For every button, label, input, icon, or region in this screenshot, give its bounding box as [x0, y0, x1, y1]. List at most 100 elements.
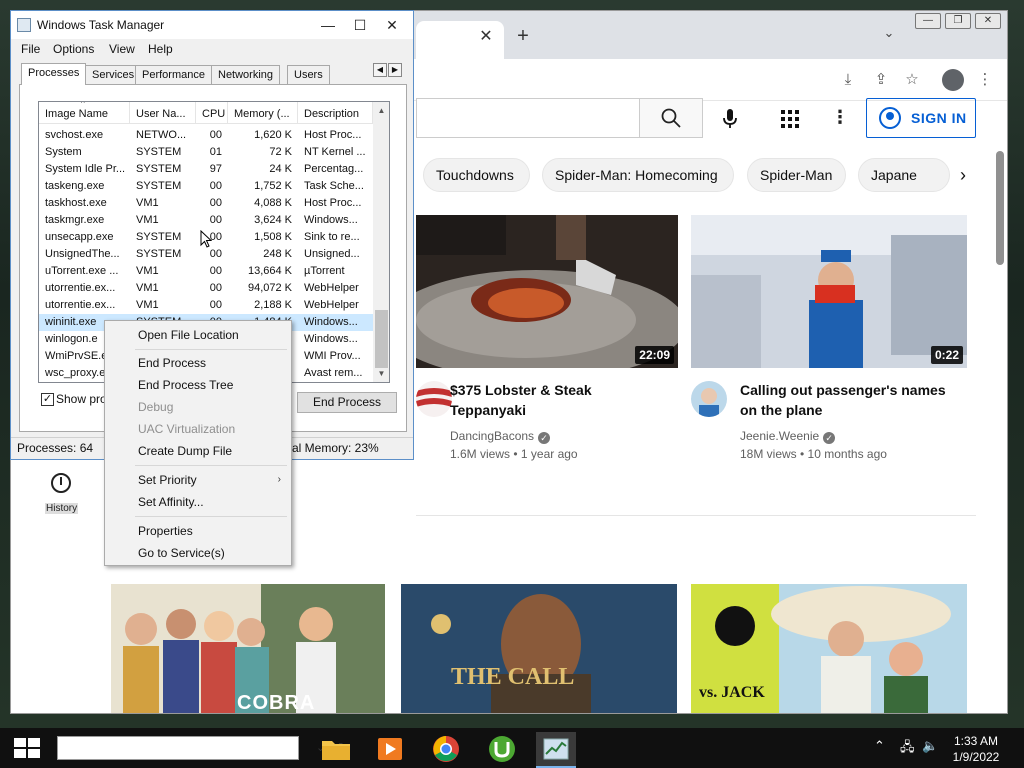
restore-icon[interactable]: ❐ — [945, 13, 971, 29]
sign-in-button[interactable]: SIGN IN — [866, 98, 976, 138]
channel-avatar-jeenie-weenie[interactable] — [691, 381, 727, 417]
youtube-search-input[interactable] — [416, 98, 639, 138]
bookmark-star-icon[interactable]: ☆ — [901, 69, 923, 91]
thumbnail-caption-jack: vs. JACK — [699, 684, 765, 701]
channel-name[interactable]: DancingBacons ✓ — [450, 429, 551, 444]
tab-users[interactable]: Users — [287, 65, 330, 85]
history-icon[interactable] — [51, 473, 71, 493]
table-row[interactable]: System Idle Pr... SYSTEM 97 24 K Percentag..… — [39, 161, 373, 178]
taskbar-chrome[interactable] — [426, 732, 466, 768]
scroll-up-icon[interactable]: ▲ — [373, 102, 389, 119]
table-row[interactable]: UnsignedThe... SYSTEM 00 248 K Unsigned... — [39, 246, 373, 263]
taskbar-utorrent[interactable] — [482, 732, 522, 768]
chrome-icon — [433, 736, 459, 762]
scrollbar-thumb[interactable] — [375, 310, 388, 368]
close-icon[interactable]: ✕ — [975, 13, 1001, 29]
tab-close-icon[interactable]: ✕ — [476, 27, 496, 47]
chip-japanese[interactable]: Japane — [858, 158, 950, 192]
table-row[interactable]: taskhost.exe VM1 00 4,088 K Host Proc... — [39, 195, 373, 212]
menu-file[interactable]: File — [21, 39, 40, 59]
taskbar-address-input[interactable]: ⌄ ↻ — [57, 736, 348, 760]
channel-name[interactable]: Jeenie.Weenie ✓ — [740, 429, 836, 444]
taskbar-media-player[interactable] — [370, 732, 410, 768]
volume-icon[interactable]: 🔈 — [922, 738, 938, 754]
chip-spider-man[interactable]: Spider-Man — [747, 158, 846, 192]
tab-networking[interactable]: Networking — [211, 65, 281, 85]
cell-description: Windows... — [304, 214, 358, 226]
cell-user-name: SYSTEM — [136, 146, 182, 158]
windows-start-icon[interactable] — [14, 738, 40, 758]
video-thumbnail-cobra[interactable]: COBRA — [111, 584, 385, 713]
taskbar-task-manager[interactable] — [536, 732, 576, 768]
video-thumbnail-the-call[interactable]: THE CALL — [401, 584, 677, 713]
install-app-icon[interactable]: ⤓ — [837, 69, 859, 91]
tab-search-chevron-icon[interactable]: ⌄ — [879, 25, 899, 45]
sidebar-item-history[interactable]: History — [45, 503, 79, 514]
menu-item-set-affinity[interactable]: Set Affinity... — [105, 491, 291, 513]
table-row[interactable]: System SYSTEM 01 72 K NT Kernel ... — [39, 144, 373, 161]
new-tab-icon[interactable]: + — [511, 25, 535, 49]
menu-separator — [135, 349, 287, 350]
tabs-scroll-left-icon[interactable]: ◀ — [373, 63, 387, 77]
apps-grid-icon[interactable] — [781, 110, 799, 128]
table-row[interactable]: taskmgr.exe VM1 00 3,624 K Windows... — [39, 212, 373, 229]
table-row[interactable]: utorrentie.ex... VM1 00 94,072 K WebHelper — [39, 280, 373, 297]
process-list-scrollbar[interactable]: ▲ ▼ — [373, 102, 389, 382]
chrome-menu-icon[interactable]: ⋮ — [974, 69, 996, 91]
minimize-icon[interactable]: — — [915, 13, 941, 29]
column-memory[interactable]: Memory (... — [228, 102, 298, 124]
cell-image-name: unsecapp.exe — [45, 231, 114, 243]
chips-next-chevron-icon[interactable]: › — [951, 163, 975, 187]
column-cpu[interactable]: CPU — [196, 102, 228, 124]
show-all-processes-checkbox[interactable]: ✓ — [41, 393, 54, 406]
video-title[interactable]: Calling out passenger's names on the plan… — [740, 380, 946, 420]
chip-touchdowns[interactable]: Touchdowns — [423, 158, 530, 192]
tabs-scroll-right-icon[interactable]: ▶ — [388, 63, 402, 77]
table-row[interactable]: uTorrent.exe ... VM1 00 13,664 K µTorrent — [39, 263, 373, 280]
menu-item-set-priority[interactable]: Set Priority › — [105, 469, 291, 491]
video-thumbnail-jack[interactable]: vs. JACK — [691, 584, 967, 713]
folder-icon — [322, 741, 350, 760]
tray-overflow-chevron-icon[interactable]: ⌃ — [874, 738, 885, 754]
task-manager-titlebar[interactable]: Windows Task Manager — ☐ ✕ — [11, 11, 413, 39]
youtube-search-button[interactable] — [639, 98, 703, 138]
system-clock[interactable]: 1:33 AM 1/9/2022 — [946, 733, 1006, 765]
table-row[interactable]: svchost.exe NETWO... 00 1,620 K Host Proc... — [39, 127, 373, 144]
microphone-icon[interactable] — [721, 108, 739, 130]
menu-item-end-process[interactable]: End Process — [105, 352, 291, 374]
section-divider — [416, 515, 976, 516]
video-title[interactable]: $375 Lobster & Steak Teppanyaki — [450, 380, 592, 420]
video-thumbnail-plane[interactable]: 0:22 — [691, 215, 967, 368]
cell-user-name: VM1 — [136, 265, 159, 277]
menu-item-end-process-tree[interactable]: End Process Tree — [105, 374, 291, 396]
menu-options[interactable]: Options — [53, 39, 94, 59]
channel-avatar-dancingbacons[interactable] — [416, 381, 452, 417]
tab-performance[interactable]: Performance — [135, 65, 212, 85]
scroll-down-icon[interactable]: ▼ — [373, 365, 389, 382]
taskbar-file-explorer[interactable] — [316, 732, 356, 768]
menu-item-properties[interactable]: Properties — [105, 520, 291, 542]
table-row[interactable]: taskeng.exe SYSTEM 00 1,752 K Task Sche... — [39, 178, 373, 195]
close-icon[interactable]: ✕ — [377, 15, 407, 35]
mouse-cursor-icon — [200, 230, 212, 248]
menu-item-open-file-location[interactable]: Open File Location — [105, 324, 291, 346]
menu-help[interactable]: Help — [148, 39, 173, 59]
tab-processes[interactable]: Processes — [21, 63, 87, 85]
menu-view[interactable]: View — [109, 39, 135, 59]
settings-more-icon[interactable]: ⋮ — [831, 107, 849, 128]
page-scrollbar[interactable] — [996, 151, 1004, 265]
menu-item-go-to-services[interactable]: Go to Service(s) — [105, 542, 291, 564]
profile-avatar-icon[interactable] — [942, 69, 964, 91]
table-row[interactable]: utorrentie.ex... VM1 00 2,188 K WebHelper — [39, 297, 373, 314]
menu-item-create-dump-file[interactable]: Create Dump File — [105, 440, 291, 462]
share-icon[interactable]: ⇪ — [870, 69, 892, 91]
column-description[interactable]: Description — [298, 102, 373, 124]
chip-spider-man-homecoming[interactable]: Spider-Man: Homecoming — [542, 158, 734, 192]
maximize-icon[interactable]: ☐ — [345, 15, 375, 35]
minimize-icon[interactable]: — — [313, 15, 343, 35]
tab-services[interactable]: Services — [85, 65, 142, 85]
end-process-button[interactable]: End Process — [297, 392, 397, 413]
network-icon[interactable]: 🖧 — [900, 738, 915, 760]
video-thumbnail-lobster[interactable]: 22:09 — [416, 215, 678, 368]
column-user-name[interactable]: User Na... — [130, 102, 196, 124]
